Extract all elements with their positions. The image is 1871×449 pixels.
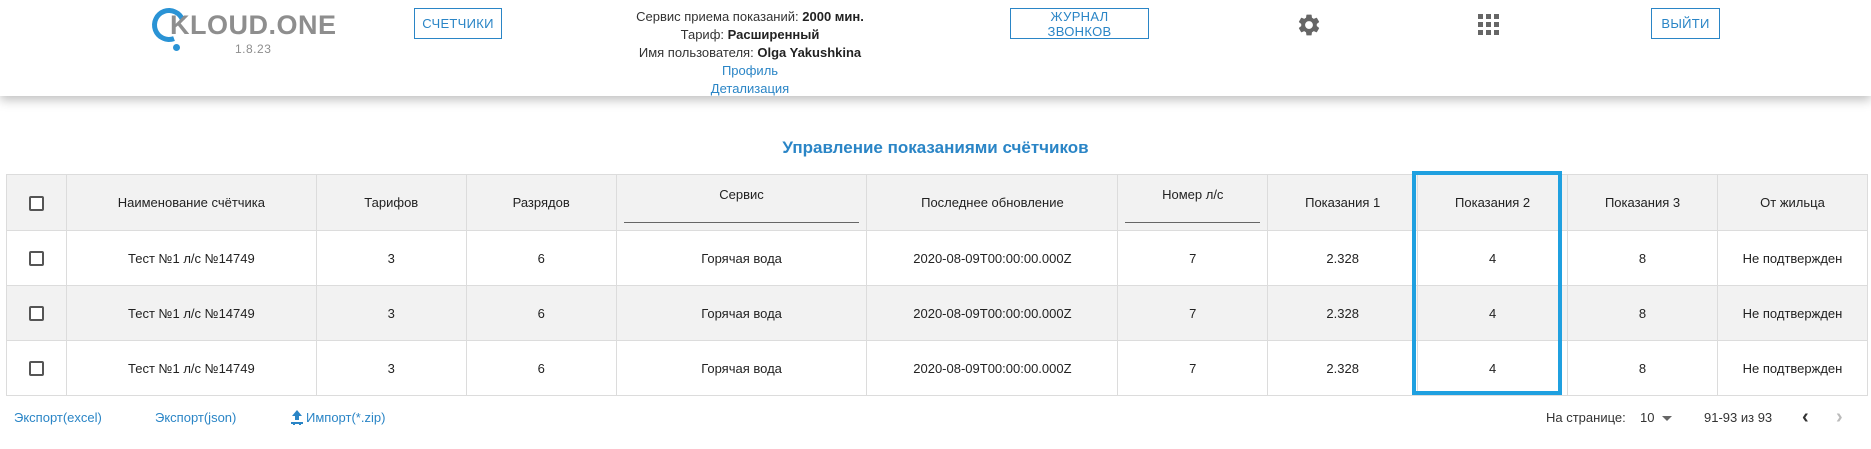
page-title: Управление показаниями счётчиков [782,138,1089,157]
table-cell: Не подтвержден [1716,340,1869,396]
column-header-label[interactable]: Номер л/с [1118,187,1267,202]
column-header-label[interactable]: Сервис [617,187,867,202]
table-cell: Горячая вода [615,285,868,341]
table-cell: 4 [1417,340,1569,396]
export-excel-link[interactable]: Экспорт(excel) [14,410,102,425]
column-header[interactable]: Показания 3 [1567,174,1718,231]
gear-icon[interactable] [1296,12,1322,38]
user-label: Имя пользователя: [638,45,754,60]
tariff-line: Тариф: Расширенный [590,26,910,44]
tariff-value: Расширенный [727,27,820,42]
user-value: Olga Yakushkina [757,45,862,60]
table-cell: 2020-08-09T00:00:00.000Z [866,285,1119,341]
logo-dot-icon [173,44,180,51]
table-cell: Тест №1 л/с №14749 [65,340,317,396]
table-cell: 2.328 [1267,285,1419,341]
table-cell: Горячая вода [615,340,868,396]
per-page-select[interactable]: 10 [1640,410,1654,425]
table-cell: 2.328 [1267,230,1419,286]
export-json-link[interactable]: Экспорт(json) [155,410,236,425]
upload-icon [291,410,303,424]
column-header[interactable]: Последнее обновление [866,174,1119,231]
app-version: 1.8.23 [235,42,272,56]
header: KLOUD.ONE 1.8.23 СЧЕТЧИКИ Сервис приема … [0,0,1871,96]
import-zip-link[interactable]: Импорт(*.zip) [291,410,385,425]
table-cell: Горячая вода [615,230,868,286]
column-header[interactable]: Тарифов [315,174,467,231]
logout-button[interactable]: ВЫЙТИ [1651,8,1720,39]
select-all-checkbox[interactable] [28,195,44,211]
table-cell: Тест №1 л/с №14749 [65,230,317,286]
table-cell: 8 [1567,285,1718,341]
column-header[interactable]: Наименование счётчика [65,174,317,231]
column-header-service: Сервис [615,174,868,231]
table-cell: 6 [465,230,617,286]
account-info: Сервис приема показаний: 2000 мин. Тариф… [590,8,910,98]
table-header-row: Наименование счётчика Тарифов Разрядов С… [6,174,1869,231]
call-log-button[interactable]: ЖУРНАЛ ЗВОНКОВ [1010,8,1149,39]
service-line: Сервис приема показаний: 2000 мин. [590,8,910,26]
table-cell: 6 [465,340,617,396]
chevron-down-icon[interactable] [1662,416,1672,421]
table-cell: 3 [315,230,467,286]
table-row[interactable]: Тест №1 л/с №14749 3 6 Горячая вода 2020… [6,340,1869,396]
apps-grid-icon[interactable] [1478,14,1500,36]
table-cell: 7 [1117,285,1269,341]
row-select-cell [6,285,67,341]
select-all-cell [6,174,67,231]
profile-link[interactable]: Профиль [590,62,910,80]
table-cell: 6 [465,285,617,341]
tariff-label: Тариф: [680,27,724,42]
table-cell: 3 [315,285,467,341]
per-page-label: На странице: [1546,410,1626,425]
row-select-cell [6,230,67,286]
row-checkbox[interactable] [28,306,44,322]
chevron-left-icon[interactable]: ‹ [1802,407,1809,427]
row-checkbox[interactable] [28,251,44,267]
table-cell: Тест №1 л/с №14749 [65,285,317,341]
logo-text: KLOUD.ONE [170,10,337,40]
logo[interactable]: KLOUD.ONE 1.8.23 [146,2,336,56]
meters-table: Наименование счётчика Тарифов Разрядов С… [6,174,1869,396]
table-cell: 7 [1117,340,1269,396]
chevron-right-icon[interactable]: › [1836,407,1843,427]
table-cell: 4 [1417,230,1569,286]
user-line: Имя пользователя: Olga Yakushkina [590,44,910,62]
table-cell: Не подтвержден [1716,230,1869,286]
table-cell: 8 [1567,340,1718,396]
column-header[interactable]: Разрядов [465,174,617,231]
table-cell: Не подтвержден [1716,285,1869,341]
column-header[interactable]: Показания 1 [1267,174,1419,231]
table-row[interactable]: Тест №1 л/с №14749 3 6 Горячая вода 2020… [6,230,1869,286]
meters-button[interactable]: СЧЕТЧИКИ [414,8,502,39]
account-filter-input[interactable] [1125,222,1261,223]
service-label: Сервис приема показаний: [636,9,799,24]
table-cell: 2020-08-09T00:00:00.000Z [866,340,1119,396]
service-value: 2000 мин. [802,9,864,24]
import-zip-label: Импорт(*.zip) [306,410,386,425]
table-cell: 2.328 [1267,340,1419,396]
table-row[interactable]: Тест №1 л/с №14749 3 6 Горячая вода 2020… [6,285,1869,341]
table-cell: 3 [315,340,467,396]
details-link[interactable]: Детализация [590,80,910,98]
service-filter-input[interactable] [623,222,860,223]
row-checkbox[interactable] [28,361,44,377]
table-cell: 8 [1567,230,1718,286]
table-cell: 7 [1117,230,1269,286]
row-select-cell [6,340,67,396]
table-cell: 4 [1417,285,1569,341]
table-cell: 2020-08-09T00:00:00.000Z [866,230,1119,286]
pagination-range: 91-93 из 93 [1704,410,1773,425]
column-header-account: Номер л/с [1117,174,1269,231]
column-header[interactable]: Показания 2 [1417,174,1569,231]
table-footer: Экспорт(excel) Экспорт(json) Импорт(*.zi… [0,398,1871,438]
column-header[interactable]: От жильца [1716,174,1869,231]
